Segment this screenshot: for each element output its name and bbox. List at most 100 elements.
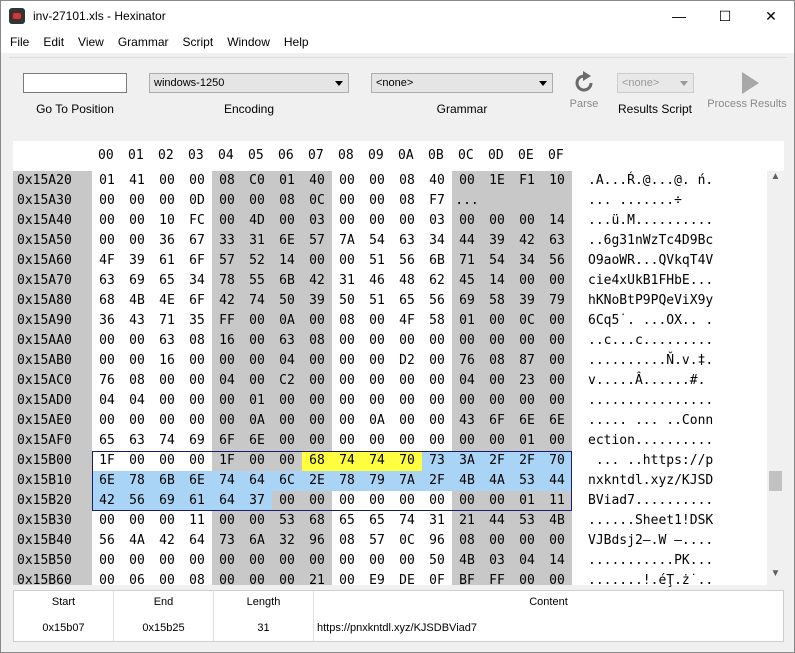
hex-byte[interactable]: 00 <box>364 331 390 351</box>
hex-byte[interactable]: 14 <box>544 551 570 571</box>
hex-byte[interactable]: 44 <box>542 471 572 491</box>
hex-byte[interactable]: 79 <box>362 471 392 491</box>
hex-byte[interactable]: 00 <box>304 431 330 451</box>
hex-byte[interactable]: 00 <box>364 491 390 511</box>
hex-byte[interactable]: 69 <box>152 491 182 511</box>
hex-byte[interactable]: 71 <box>454 251 480 271</box>
hex-byte[interactable]: FF <box>214 311 240 331</box>
hex-byte[interactable]: 63 <box>394 231 420 251</box>
hex-byte[interactable]: 00 <box>334 571 360 591</box>
process-results-button[interactable] <box>737 70 763 96</box>
text-column[interactable]: .A...Ŕ.@...@. ń. ... .......÷ ...ü.M......… <box>588 171 768 588</box>
hex-byte[interactable]: 00 <box>214 551 240 571</box>
hex-byte[interactable]: 65 <box>154 271 180 291</box>
hex-byte[interactable]: 0C <box>304 191 330 211</box>
hex-byte[interactable]: 00 <box>274 211 300 231</box>
hex-byte[interactable]: 08 <box>394 171 420 191</box>
hex-byte[interactable]: 08 <box>304 331 330 351</box>
hex-byte[interactable]: 00 <box>514 331 540 351</box>
hex-byte[interactable]: 68 <box>94 291 120 311</box>
hex-byte[interactable]: 00 <box>364 391 390 411</box>
hex-byte[interactable]: 00 <box>154 391 180 411</box>
hex-byte[interactable]: 11 <box>184 511 210 531</box>
hex-byte[interactable]: 57 <box>304 231 330 251</box>
hex-byte[interactable]: 74 <box>394 511 420 531</box>
hex-byte[interactable]: 1F <box>94 451 120 471</box>
hex-byte[interactable]: 00 <box>274 411 300 431</box>
hex-byte[interactable]: 56 <box>94 531 120 551</box>
hex-byte[interactable]: 34 <box>424 231 450 251</box>
hex-byte[interactable]: 6C <box>272 471 302 491</box>
hex-byte[interactable]: 08 <box>214 171 240 191</box>
hex-byte[interactable]: 56 <box>122 491 152 511</box>
hex-byte[interactable]: 00 <box>244 311 270 331</box>
hex-byte[interactable]: 00 <box>124 451 150 471</box>
hex-byte[interactable]: 00 <box>514 211 540 231</box>
hex-byte[interactable]: 00 <box>514 571 540 591</box>
hex-byte[interactable]: 00 <box>154 371 180 391</box>
hex-byte[interactable]: 21 <box>454 511 480 531</box>
hex-byte[interactable]: 06 <box>124 571 150 591</box>
hex-byte[interactable]: 00 <box>334 371 360 391</box>
hex-view[interactable]: 00 01 02 03 04 05 06 07 08 09 0A 0B 0C 0D 0E 0F 0x15A20… <box>13 141 784 588</box>
hex-byte[interactable]: 00 <box>94 551 120 571</box>
hex-byte[interactable]: 44 <box>454 231 480 251</box>
hex-byte[interactable]: 6B <box>152 471 182 491</box>
menu-grammar[interactable]: Grammar <box>111 35 176 49</box>
hex-byte[interactable]: 6E <box>544 411 570 431</box>
hex-byte[interactable]: 00 <box>364 311 390 331</box>
hex-byte[interactable]: 67 <box>184 231 210 251</box>
hex-byte[interactable]: 34 <box>184 271 210 291</box>
hex-byte[interactable]: 3A <box>452 451 482 471</box>
hex-byte[interactable]: 14 <box>274 251 300 271</box>
hex-byte[interactable]: 00 <box>514 391 540 411</box>
hex-byte[interactable]: 00 <box>364 211 390 231</box>
hex-byte[interactable]: 4A <box>124 531 150 551</box>
hex-byte[interactable]: 08 <box>184 331 210 351</box>
hex-byte[interactable]: 42 <box>154 531 180 551</box>
hex-byte[interactable]: 00 <box>334 491 360 511</box>
hex-byte[interactable]: 00 <box>544 391 570 411</box>
hex-byte[interactable]: 00 <box>124 211 150 231</box>
hex-byte[interactable]: 00 <box>394 491 420 511</box>
hex-byte[interactable]: 6E <box>244 431 270 451</box>
hex-byte[interactable]: 00 <box>544 331 570 351</box>
grammar-select[interactable]: <none> <box>371 73 553 93</box>
hex-byte[interactable]: 00 <box>334 551 360 571</box>
hex-byte[interactable]: 39 <box>514 291 540 311</box>
hex-byte[interactable]: 00 <box>454 491 480 511</box>
hex-byte[interactable]: 00 <box>454 211 480 231</box>
hex-byte[interactable]: 00 <box>154 551 180 571</box>
minimize-button[interactable]: — <box>656 1 702 31</box>
hex-byte[interactable]: 10 <box>154 211 180 231</box>
hex-byte[interactable]: 00 <box>94 571 120 591</box>
hex-byte[interactable]: 96 <box>304 531 330 551</box>
hex-byte[interactable]: 63 <box>94 271 120 291</box>
hex-byte[interactable]: 00 <box>334 251 360 271</box>
hex-byte[interactable]: 00 <box>334 211 360 231</box>
hex-byte[interactable]: 7A <box>392 471 422 491</box>
hex-byte[interactable]: 68 <box>302 451 332 471</box>
hex-byte[interactable]: 50 <box>274 291 300 311</box>
hex-byte[interactable]: 4A <box>482 471 512 491</box>
hex-byte[interactable]: 00 <box>304 351 330 371</box>
menu-window[interactable]: Window <box>220 35 277 49</box>
hex-byte[interactable]: 61 <box>154 251 180 271</box>
hex-byte[interactable]: 08 <box>334 531 360 551</box>
hex-byte[interactable]: 42 <box>214 291 240 311</box>
hex-byte[interactable]: 04 <box>454 371 480 391</box>
hex-byte[interactable]: 14 <box>484 271 510 291</box>
hex-byte[interactable]: 52 <box>244 251 270 271</box>
hex-byte[interactable]: 08 <box>124 371 150 391</box>
hex-byte[interactable]: 00 <box>94 191 120 211</box>
scroll-up-icon[interactable]: ▲ <box>767 171 784 188</box>
hex-byte[interactable]: 00 <box>274 431 300 451</box>
hex-byte[interactable]: 00 <box>544 371 570 391</box>
hex-byte[interactable]: 04 <box>94 391 120 411</box>
go-to-position-input[interactable] <box>23 73 127 93</box>
hex-byte[interactable]: 00 <box>424 351 450 371</box>
menu-view[interactable]: View <box>71 35 111 49</box>
hex-byte[interactable]: 00 <box>394 211 420 231</box>
hex-byte[interactable]: 69 <box>454 291 480 311</box>
hex-byte[interactable]: 00 <box>484 331 510 351</box>
